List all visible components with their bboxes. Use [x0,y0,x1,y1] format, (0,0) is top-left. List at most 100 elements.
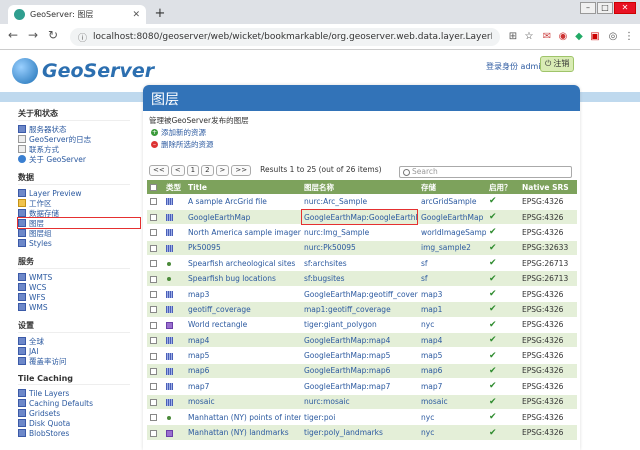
layer-name-link[interactable]: nurc:Img_Sample [301,224,418,241]
minimize-icon[interactable]: – [580,2,596,14]
row-checkbox[interactable] [147,317,163,334]
browser-tab[interactable]: GeoServer: 图层 ✕ [8,5,146,24]
pager-page-2-button[interactable]: 2 [201,165,214,176]
layer-name-link[interactable]: sf:archsites [301,255,418,272]
layer-name-link[interactable]: GoogleEarthMap:map4 [301,332,418,349]
layer-name-link[interactable]: nurc:mosaic [301,394,418,410]
layer-title-link[interactable]: map7 [185,378,301,395]
sidebar-item[interactable]: WCS [18,282,140,292]
pager-prev-button[interactable]: < [170,165,185,176]
layer-title-link[interactable]: geotiff_coverage [185,301,301,318]
store-link[interactable]: GoogleEarthMap [418,209,486,226]
maximize-icon[interactable]: □ [597,2,613,14]
sidebar-item[interactable]: Gridsets [18,408,140,418]
sidebar-item[interactable]: 服务器状态 [18,124,140,134]
store-link[interactable]: sf [418,270,486,287]
table-row[interactable]: Spearfish archeological sites sf:archsite… [147,255,577,272]
forward-icon[interactable]: → [24,28,42,42]
table-row[interactable]: Pk50095 nurc:Pk50095 img_sample2 ✔ EPSG:3263… [147,240,577,257]
extension-shield-icon[interactable]: ◉ [556,30,570,44]
sidebar-item[interactable]: JAI [18,346,140,356]
profile-icon[interactable]: ◎ [606,30,620,44]
table-row[interactable]: Manhattan (NY) points of interest tiger:p… [147,409,577,426]
sidebar-item[interactable]: GeoServer的日志 [18,134,140,144]
store-link[interactable]: map1 [418,301,486,318]
sidebar-item[interactable]: 覆盖率访问 [18,356,140,366]
geoserver-logo[interactable]: GeoServer [12,58,154,84]
extension-mail-icon[interactable]: ✉ [540,30,554,44]
pager-next-button[interactable]: > [215,165,230,176]
layer-name-link[interactable]: sf:bugsites [301,270,418,287]
table-row[interactable]: map4 GoogleEarthMap:map4 map4 ✔ EPSG:4326 [147,332,577,349]
sidebar-item[interactable]: Layer Preview [18,188,140,198]
layer-name-link[interactable]: GoogleEarthMap:map6 [301,363,418,380]
table-row[interactable]: map7 GoogleEarthMap:map7 map7 ✔ EPSG:4326 [147,378,577,395]
column-header-title[interactable]: Title [185,180,301,194]
row-checkbox[interactable] [147,409,163,426]
row-checkbox[interactable] [147,224,163,241]
store-link[interactable]: nyc [418,409,486,426]
select-all-checkbox[interactable] [147,180,163,194]
back-icon[interactable]: ← [4,28,22,42]
layer-title-link[interactable]: Pk50095 [185,240,301,257]
sidebar-item[interactable]: WFS [18,292,140,302]
logout-button[interactable]: ⏻ 注销 [540,56,575,72]
store-link[interactable]: map7 [418,378,486,395]
row-checkbox[interactable] [147,332,163,349]
layer-title-link[interactable]: Spearfish bug locations [185,270,301,287]
table-row[interactable]: map5 GoogleEarthMap:map5 map5 ✔ EPSG:4326 [147,347,577,364]
table-row[interactable]: map6 GoogleEarthMap:map6 map6 ✔ EPSG:4326 [147,363,577,380]
layer-name-link[interactable]: tiger:poly_landmarks [301,424,418,441]
row-checkbox[interactable] [147,255,163,272]
layer-title-link[interactable]: map4 [185,332,301,349]
table-row[interactable]: Manhattan (NY) landmarks tiger:poly_landm… [147,424,577,441]
url-field[interactable]: ⓘ localhost:8080/geoserver/web/wicket/bo… [70,28,500,46]
store-link[interactable]: img_sample2 [418,240,486,257]
column-header-enabled[interactable]: 启用？ [486,180,519,194]
table-row[interactable]: GoogleEarthMap GoogleEarthMap:GoogleEarth… [147,209,577,226]
sidebar-item[interactable]: 关于 GeoServer [18,154,140,164]
column-header-name[interactable]: 图层名称 [301,180,418,194]
row-checkbox[interactable] [147,286,163,303]
add-resource-link[interactable]: + 添加新的资源 [143,126,580,138]
layer-title-link[interactable]: North America sample imagery [185,224,301,241]
menu-icon[interactable]: ⋮ [622,30,636,44]
store-link[interactable]: sf [418,255,486,272]
store-link[interactable]: map5 [418,347,486,364]
column-header-store[interactable]: 存储 [418,180,486,194]
layer-name-link[interactable]: GoogleEarthMap:map5 [301,347,418,364]
store-link[interactable]: map4 [418,332,486,349]
layer-title-link[interactable]: map3 [185,286,301,303]
translate-icon[interactable]: ⊞ [506,30,520,44]
row-checkbox[interactable] [147,363,163,380]
sidebar-item[interactable]: 图层 [17,217,141,229]
pager-page-1-button[interactable]: 1 [186,165,200,176]
layer-name-link[interactable]: GoogleEarthMap:map7 [301,378,418,395]
layer-title-link[interactable]: GoogleEarthMap [185,209,301,226]
table-row[interactable]: North America sample imagery nurc:Img_Sam… [147,224,577,241]
reload-icon[interactable]: ↻ [44,28,62,42]
sidebar-item[interactable]: 数据存储 [18,208,140,218]
sidebar-item[interactable]: Caching Defaults [18,398,140,408]
store-link[interactable]: arcGridSample [418,194,486,210]
store-link[interactable]: nyc [418,317,486,334]
sidebar-item[interactable]: Styles [18,238,140,248]
table-row[interactable]: A sample ArcGrid file nurc:Arc_Sample arcG… [147,194,577,210]
column-header-srs[interactable]: Native SRS [519,180,577,194]
extension-pdf-icon[interactable]: ▣ [588,30,602,44]
layer-title-link[interactable]: map6 [185,363,301,380]
row-checkbox[interactable] [147,194,163,210]
table-row[interactable]: World rectangle tiger:giant_polygon nyc ✔ EP… [147,317,577,334]
layer-title-link[interactable]: Spearfish archeological sites [185,255,301,272]
sidebar-item[interactable]: 全球 [18,336,140,346]
layer-name-link[interactable]: nurc:Arc_Sample [301,194,418,210]
window-close-icon[interactable]: ✕ [614,2,636,14]
sidebar-item[interactable]: Tile Layers [18,388,140,398]
layer-title-link[interactable]: Manhattan (NY) landmarks [185,424,301,441]
layer-title-link[interactable]: map5 [185,347,301,364]
row-checkbox[interactable] [147,301,163,318]
row-checkbox[interactable] [147,240,163,257]
layer-name-link[interactable]: tiger:poi [301,409,418,426]
sidebar-item[interactable]: WMS [18,302,140,312]
sidebar-item[interactable]: BlobStores [18,428,140,438]
